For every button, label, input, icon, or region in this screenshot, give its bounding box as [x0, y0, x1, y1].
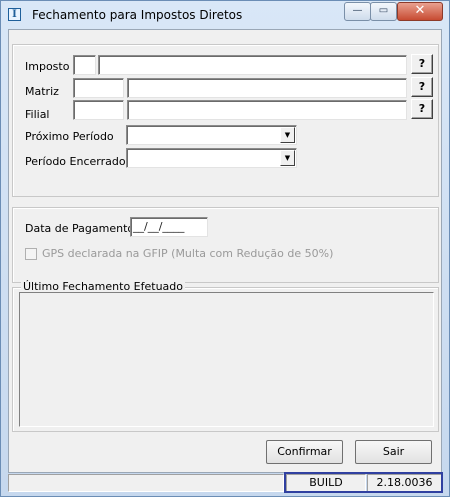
imposto-help-button[interactable]: ?: [411, 54, 433, 74]
payment-group: [12, 207, 439, 283]
sair-button-label: Sair: [382, 445, 405, 458]
matriz-description-input[interactable]: [127, 78, 407, 98]
filial-code-input[interactable]: [73, 100, 124, 120]
periodo-encerrado-select[interactable]: ▼: [126, 148, 297, 168]
gps-checkbox-label: GPS declarada na GFIP (Multa com Redução…: [42, 247, 334, 260]
imposto-description-input[interactable]: [98, 55, 407, 75]
status-cell-main: [8, 474, 284, 492]
proximo-periodo-select[interactable]: ▼: [126, 125, 297, 145]
proximo-periodo-label: Próximo Período: [25, 130, 114, 143]
matriz-help-button[interactable]: ?: [411, 77, 433, 97]
chevron-down-icon[interactable]: ▼: [280, 127, 295, 143]
client-area: Imposto ? Matriz ? Filial ? Próximo Perí…: [8, 29, 442, 473]
data-pagamento-input[interactable]: __/__/____: [130, 217, 208, 237]
filial-help-button[interactable]: ?: [411, 99, 433, 119]
chevron-down-icon[interactable]: ▼: [280, 150, 295, 166]
filial-label: Filial: [25, 108, 50, 121]
title-bar[interactable]: I Fechamento para Impostos Diretos — ▭ ✕: [1, 1, 449, 27]
build-version: 2.18.0036: [367, 474, 442, 492]
filial-description-input[interactable]: [127, 100, 407, 120]
imposto-code-input[interactable]: [73, 55, 96, 75]
build-label: BUILD: [286, 474, 366, 492]
status-bar: BUILD 2.18.0036: [8, 474, 442, 493]
periodo-encerrado-label: Período Encerrado: [25, 155, 126, 168]
imposto-label: Imposto: [25, 60, 70, 73]
gps-checkbox[interactable]: [25, 248, 37, 260]
maximize-button[interactable]: ▭: [370, 2, 397, 21]
sair-button[interactable]: Sair: [355, 440, 432, 464]
matriz-label: Matriz: [25, 85, 59, 98]
confirmar-button-label: Confirmar: [277, 445, 332, 458]
minimize-button[interactable]: —: [344, 2, 371, 21]
ultimo-fechamento-panel: [19, 292, 434, 427]
app-logo-icon: I: [8, 8, 21, 21]
main-window: I Fechamento para Impostos Diretos — ▭ ✕…: [0, 0, 450, 497]
matriz-code-input[interactable]: [73, 78, 124, 98]
data-pagamento-label: Data de Pagamento: [25, 222, 135, 235]
window-title: Fechamento para Impostos Diretos: [32, 8, 243, 22]
close-button[interactable]: ✕: [397, 2, 443, 21]
confirmar-button[interactable]: Confirmar: [266, 440, 343, 464]
